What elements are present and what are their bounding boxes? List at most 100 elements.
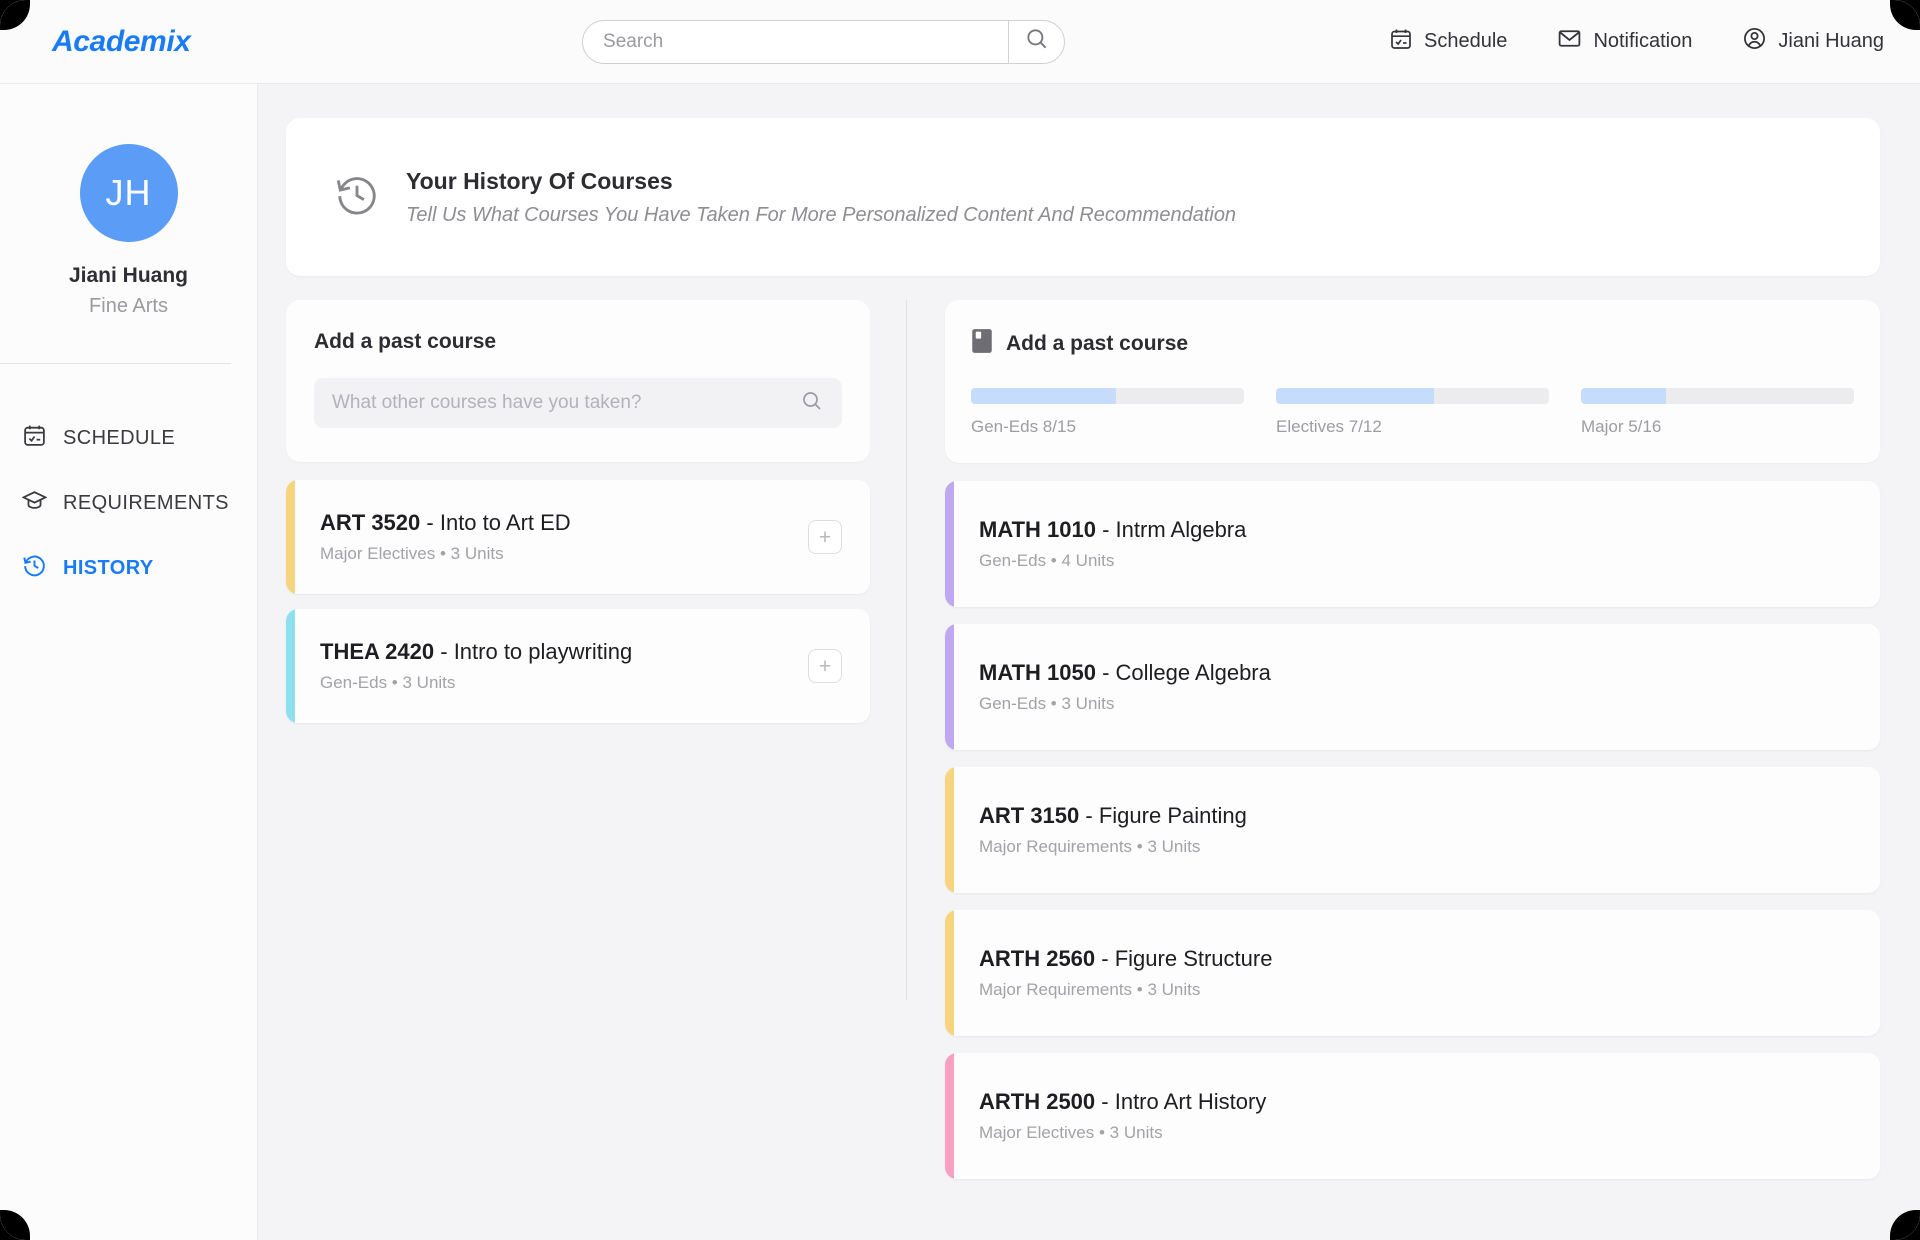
- course-meta: Major Electives • 3 Units: [979, 1123, 1163, 1142]
- course-search-input[interactable]: [332, 392, 800, 414]
- nav-user-label: Jiani Huang: [1778, 30, 1884, 52]
- course-name: Figure Painting: [1098, 803, 1247, 828]
- progress-track: [1581, 388, 1854, 404]
- course-code: ARTH 2500: [979, 1089, 1096, 1114]
- course-separator: -: [1095, 660, 1116, 685]
- course-name: College Algebra: [1115, 660, 1271, 685]
- suggested-course-list: ART 3520 - Into to Art ED Major Elective…: [286, 480, 870, 723]
- progress-label: Electives 7/12: [1276, 417, 1382, 436]
- course-code: ART 3150: [979, 803, 1080, 828]
- course-accent-bar: [945, 1053, 954, 1179]
- course-title: MATH 1050 - College Algebra: [979, 660, 1852, 686]
- course-title: MATH 1010 - Intrm Algebra: [979, 517, 1852, 543]
- body-split: JH Jiani Huang Fine Arts SCHEDULE REQUIR…: [0, 84, 1920, 1240]
- course-meta: Gen-Eds • 3 Units: [979, 694, 1115, 713]
- course-title: ART 3520 - Into to Art ED: [320, 510, 808, 536]
- course-title: ARTH 2500 - Intro Art History: [979, 1089, 1852, 1115]
- global-search-container: [258, 19, 1389, 64]
- search-input[interactable]: [583, 20, 1009, 63]
- course-accent-bar: [945, 481, 954, 607]
- course-title: THEA 2420 - Intro to playwriting: [320, 639, 808, 665]
- right-panel: Add a past course Gen-Eds 8/15 Electives…: [907, 300, 1880, 1179]
- course-accent-bar: [286, 609, 295, 723]
- course-separator: -: [1095, 1089, 1115, 1114]
- add-past-course-title: Add a past course: [314, 330, 497, 353]
- progress-card-header: Add a past course: [971, 328, 1854, 360]
- table-row[interactable]: MATH 1010 - Intrm Algebra Gen-Eds • 4 Un…: [945, 481, 1880, 607]
- progress-gen-eds: Gen-Eds 8/15: [971, 388, 1244, 437]
- history-banner: Your History Of Courses Tell Us What Cou…: [286, 118, 1880, 276]
- add-course-button[interactable]: +: [808, 520, 842, 554]
- course-search-field[interactable]: [314, 378, 842, 428]
- sidebar-item-schedule[interactable]: SCHEDULE: [0, 406, 257, 471]
- top-nav: Schedule Notification Jiani Huang: [1389, 26, 1920, 57]
- course-code: THEA 2420: [320, 639, 435, 664]
- nav-notification[interactable]: Notification: [1557, 26, 1692, 57]
- course-meta: Major Requirements • 3 Units: [979, 837, 1201, 856]
- sidebar-profile: JH Jiani Huang Fine Arts: [0, 144, 257, 318]
- table-row[interactable]: ARTH 2560 - Figure Structure Major Requi…: [945, 910, 1880, 1036]
- course-title: ART 3150 - Figure Painting: [979, 803, 1852, 829]
- course-info: ART 3150 - Figure Painting Major Require…: [979, 803, 1852, 857]
- app-logo[interactable]: Academix: [0, 25, 258, 59]
- course-separator: -: [420, 510, 440, 535]
- progress-electives: Electives 7/12: [1276, 388, 1549, 437]
- search-submit-button[interactable]: [1008, 20, 1064, 63]
- sidebar-item-schedule-label: SCHEDULE: [63, 427, 176, 449]
- table-row[interactable]: THEA 2420 - Intro to playwriting Gen-Eds…: [286, 609, 870, 723]
- sidebar-item-history[interactable]: HISTORY: [0, 536, 257, 601]
- progress-fill: [971, 388, 1116, 404]
- course-separator: -: [1079, 803, 1099, 828]
- nav-schedule[interactable]: Schedule: [1389, 27, 1507, 57]
- course-info: ARTH 2500 - Intro Art History Major Elec…: [979, 1089, 1852, 1143]
- course-name: Into to Art ED: [439, 510, 571, 535]
- search-icon[interactable]: [800, 389, 824, 418]
- table-row[interactable]: ARTH 2500 - Intro Art History Major Elec…: [945, 1053, 1880, 1179]
- progress-track: [1276, 388, 1549, 404]
- course-separator: -: [434, 639, 454, 664]
- course-accent-bar: [286, 480, 295, 594]
- course-info: MATH 1050 - College Algebra Gen-Eds • 3 …: [979, 660, 1852, 714]
- taken-course-list: MATH 1010 - Intrm Algebra Gen-Eds • 4 Un…: [945, 481, 1880, 1179]
- course-meta: Gen-Eds • 4 Units: [979, 551, 1115, 570]
- course-code: MATH 1010: [979, 517, 1096, 542]
- course-info: THEA 2420 - Intro to playwriting Gen-Eds…: [320, 639, 808, 693]
- progress-major: Major 5/16: [1581, 388, 1854, 437]
- course-accent-bar: [945, 767, 954, 893]
- search-icon: [1024, 26, 1050, 57]
- table-row[interactable]: ART 3150 - Figure Painting Major Require…: [945, 767, 1880, 893]
- course-info: MATH 1010 - Intrm Algebra Gen-Eds • 4 Un…: [979, 517, 1852, 571]
- progress-row: Gen-Eds 8/15 Electives 7/12 Major 5/16: [971, 388, 1854, 437]
- course-meta: Major Requirements • 3 Units: [979, 980, 1201, 999]
- progress-track: [971, 388, 1244, 404]
- table-row[interactable]: ART 3520 - Into to Art ED Major Elective…: [286, 480, 870, 594]
- course-accent-bar: [945, 910, 954, 1036]
- global-search-bar[interactable]: [582, 19, 1066, 64]
- avatar: JH: [79, 144, 178, 242]
- sidebar-item-requirements[interactable]: REQUIREMENTS: [0, 471, 257, 536]
- add-course-button[interactable]: +: [808, 649, 842, 683]
- book-icon: [971, 328, 993, 360]
- course-name: Intro Art History: [1114, 1089, 1267, 1114]
- nav-notification-label: Notification: [1593, 30, 1693, 52]
- panels: Add a past course What other courses hav…: [286, 300, 1880, 1179]
- history-banner-title: Your History Of Courses: [406, 167, 673, 194]
- top-header: Academix Search Schedule Notification Ji…: [0, 0, 1920, 84]
- sidebar-nav: SCHEDULE REQUIREMENTS HISTORY: [0, 406, 257, 601]
- history-banner-subtitle: Tell Us What Courses You Have Taken For …: [406, 203, 1237, 226]
- sidebar: JH Jiani Huang Fine Arts SCHEDULE REQUIR…: [0, 84, 258, 1240]
- course-code: MATH 1050: [979, 660, 1096, 685]
- main-content: Your History Of Courses Tell Us What Cou…: [258, 84, 1920, 1240]
- calendar-check-icon: [1389, 27, 1413, 57]
- course-accent-bar: [945, 624, 954, 750]
- progress-label: Gen-Eds 8/15: [971, 417, 1076, 436]
- clock-rewind-icon: [22, 553, 47, 584]
- nav-user-menu[interactable]: Jiani Huang: [1742, 26, 1884, 57]
- profile-name: Jiani Huang: [68, 264, 189, 287]
- course-name: Intrm Algebra: [1115, 517, 1247, 542]
- clock-rewind-icon: [334, 172, 380, 223]
- progress-fill: [1276, 388, 1435, 404]
- course-info: ARTH 2560 - Figure Structure Major Requi…: [979, 946, 1852, 1000]
- sidebar-item-history-label: HISTORY: [63, 557, 154, 579]
- table-row[interactable]: MATH 1050 - College Algebra Gen-Eds • 3 …: [945, 624, 1880, 750]
